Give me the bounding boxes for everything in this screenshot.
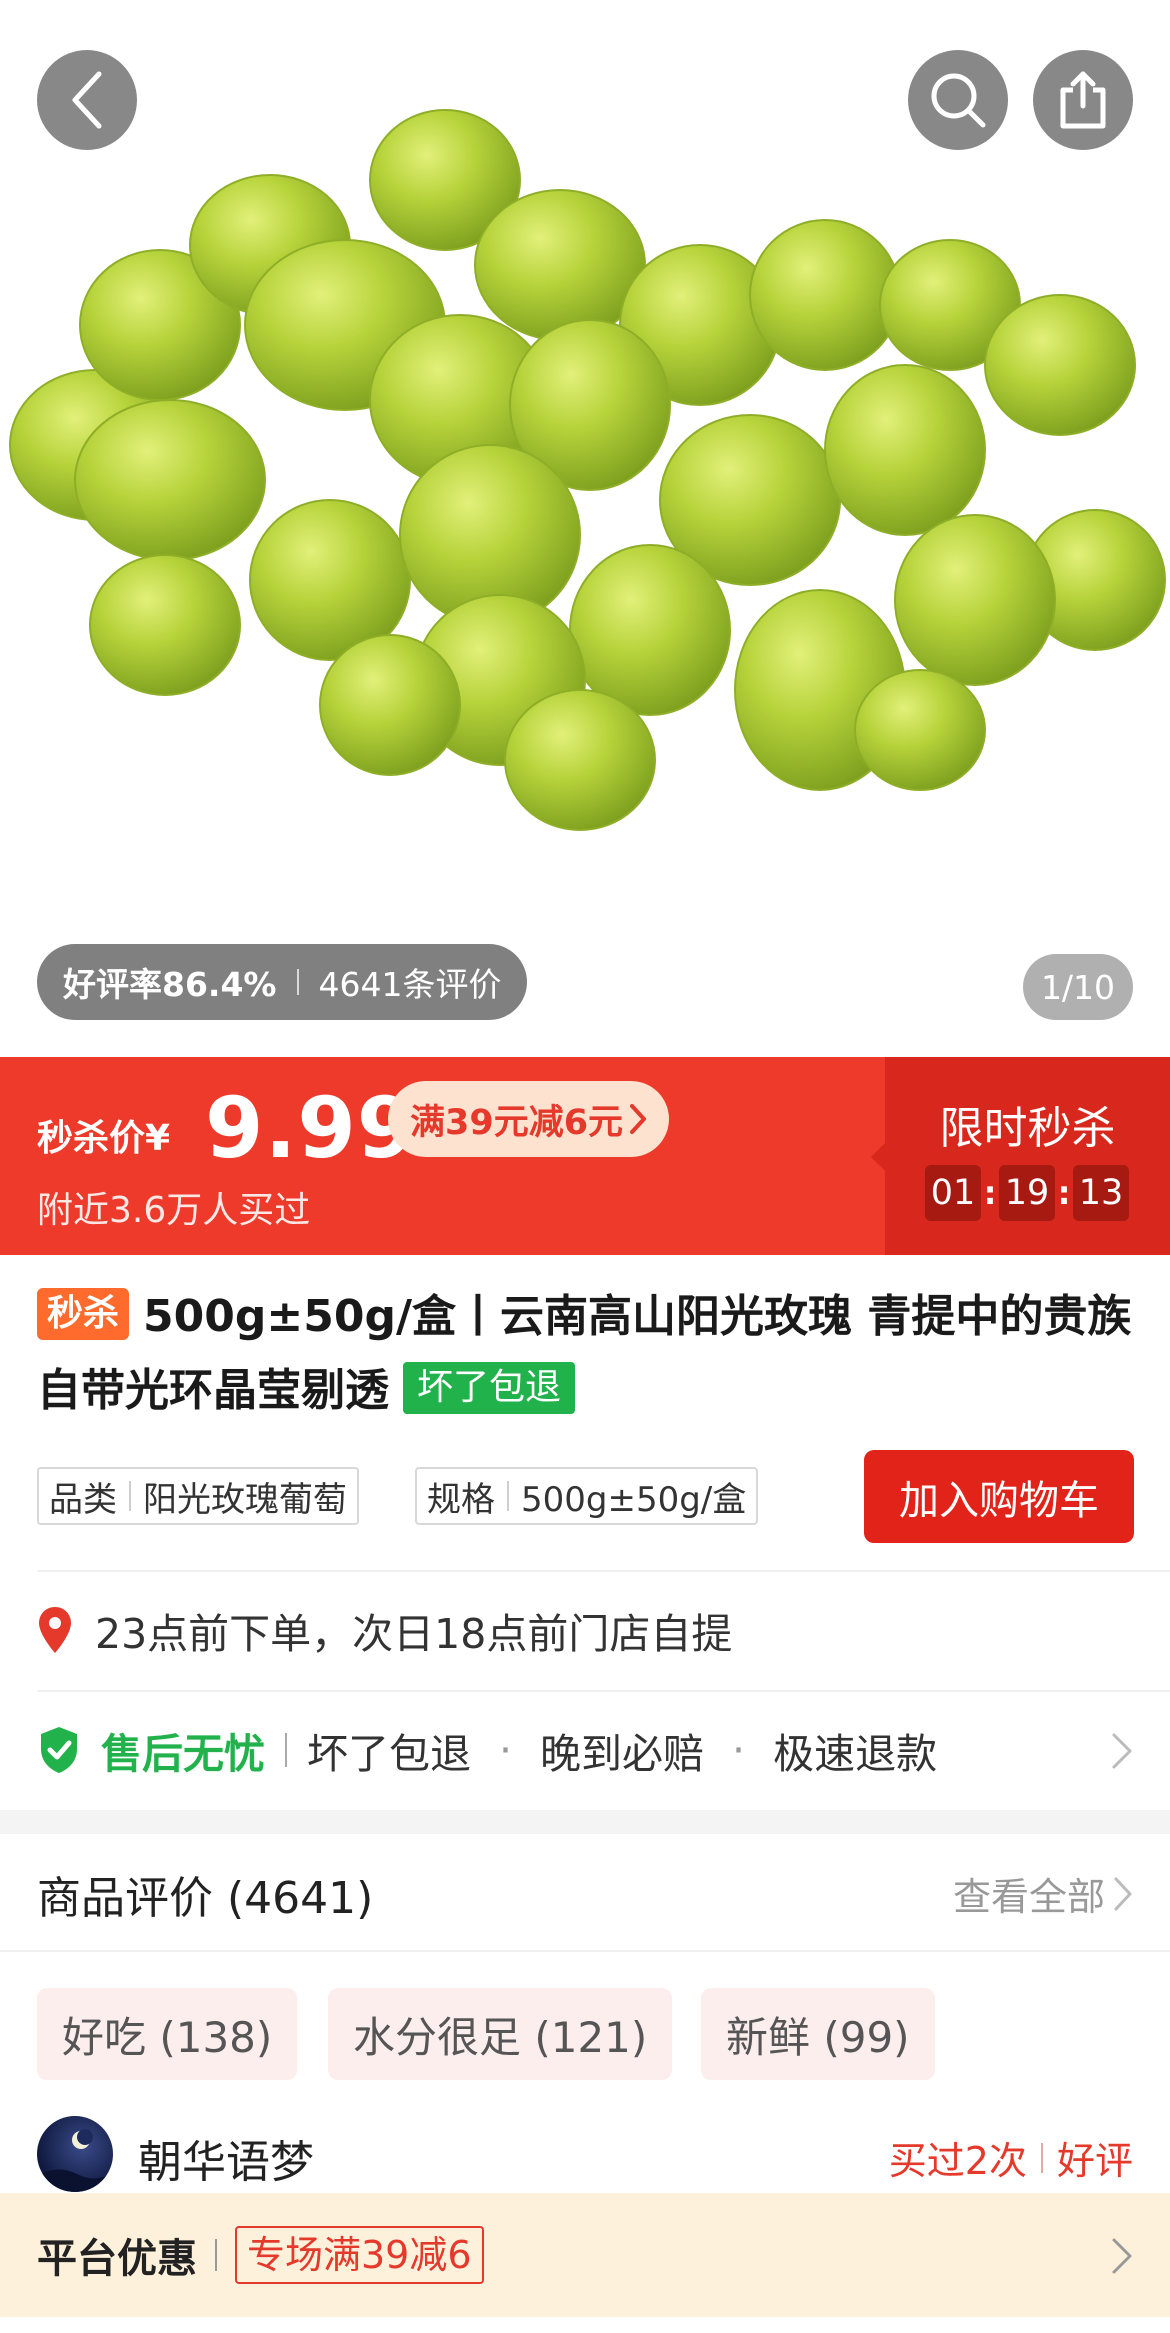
- reviewer-name: 朝华语梦: [138, 2137, 314, 2188]
- chevron-right-icon: [1112, 2238, 1132, 2274]
- countdown-hours: 01: [925, 1165, 981, 1221]
- chevron-right-icon: [630, 1104, 647, 1134]
- product-title-text: 500g±50g/盒丨云南高山阳光玫瑰 青提中的贵族自带光环晶莹剔透: [37, 1291, 1132, 1416]
- chevron-right-icon: [1112, 1733, 1132, 1769]
- colon: :: [1057, 1174, 1071, 1212]
- divider: [215, 2239, 217, 2271]
- product-image-gallery[interactable]: 好评率86.4% 4641条评价 1/10: [0, 0, 1170, 1057]
- review-count: 4641条评价: [318, 965, 502, 1004]
- price-value: 9.99: [205, 1079, 417, 1177]
- flash-sale-tag: 秒杀: [37, 1288, 130, 1340]
- size-label: 规格: [427, 1479, 495, 1520]
- review-tag-chip[interactable]: 新鲜 (99): [701, 1988, 935, 2080]
- share-button[interactable]: [1033, 50, 1133, 150]
- positive-rate: 好评率86.4%: [63, 965, 277, 1004]
- category-label: 品类: [49, 1479, 117, 1520]
- countdown-minutes: 19: [999, 1165, 1055, 1221]
- pickup-text: 23点前下单，次日18点前门店自提: [95, 1610, 733, 1658]
- section-gap: [0, 1810, 1170, 1834]
- after-sales-item: 坏了包退: [307, 1730, 471, 1778]
- share-icon: [1060, 71, 1106, 129]
- add-to-cart-button[interactable]: 加入购物车: [864, 1450, 1134, 1543]
- image-page-indicator: 1/10: [1023, 954, 1133, 1020]
- pickup-info: 23点前下单，次日18点前门店自提: [37, 1598, 732, 1662]
- review-tag-chip[interactable]: 水分很足 (121): [328, 1988, 673, 2080]
- rating-label: 好评: [1056, 2139, 1133, 2183]
- coupon-text: 满39元减6元: [410, 1102, 624, 1143]
- divider: [37, 1570, 1170, 1572]
- dot-separator: ·: [732, 1726, 746, 1774]
- bottom-strip: [0, 2317, 1170, 2333]
- shield-check-icon: [41, 1727, 77, 1773]
- after-sales-row[interactable]: 售后无忧 坏了包退 · 晚到必赔 · 极速退款: [37, 1718, 1133, 1782]
- search-icon: [931, 73, 986, 128]
- search-button[interactable]: [908, 50, 1008, 150]
- platform-promo-bar[interactable]: 平台优惠 专场满39减6: [0, 2193, 1170, 2317]
- divider: [129, 1481, 131, 1511]
- price-label: 秒杀价¥: [37, 1118, 171, 1159]
- location-pin-icon: [39, 1607, 71, 1653]
- bought-times: 买过2次: [888, 2139, 1027, 2183]
- promo-label: 平台优惠: [37, 2236, 197, 2282]
- back-button[interactable]: [37, 50, 137, 150]
- colon: :: [983, 1174, 997, 1212]
- coupon-button[interactable]: 满39元减6元: [388, 1081, 670, 1157]
- product-title: 秒杀 500g±50g/盒丨云南高山阳光玫瑰 青提中的贵族自带光环晶莹剔透 坏了包退: [37, 1280, 1137, 1428]
- size-value: 500g±50g/盒: [521, 1479, 747, 1520]
- view-all-reviews-link[interactable]: 查看全部: [953, 1866, 1133, 1921]
- countdown-seconds: 13: [1073, 1165, 1129, 1221]
- grapes-product-image: [9, 109, 1166, 831]
- flash-sale-price-bar: 秒杀价¥ 9.99 满39元减6元 附近3.6万人买过 限时秒杀 01 : 19…: [0, 1057, 1170, 1255]
- price-section: 秒杀价¥ 9.99 满39元减6元 附近3.6万人买过: [0, 1057, 885, 1255]
- divider: [296, 969, 299, 995]
- flash-sale-countdown-panel: 限时秒杀 01 : 19 : 13: [871, 1057, 1170, 1255]
- divider: [1040, 2142, 1043, 2173]
- promo-tag: 专场满39减6: [235, 2226, 484, 2284]
- after-sales-title: 售后无忧: [101, 1730, 265, 1778]
- divider: [507, 1481, 509, 1511]
- review-tag-chip[interactable]: 好吃 (138): [37, 1988, 298, 2080]
- chevron-right-icon: [1114, 1877, 1132, 1910]
- rating-summary-pill[interactable]: 好评率86.4% 4641条评价: [37, 944, 528, 1020]
- chevron-left-icon: [72, 71, 102, 129]
- category-spec: 品类 阳光玫瑰葡萄: [37, 1467, 359, 1525]
- divider: [285, 1733, 287, 1767]
- category-value: 阳光玫瑰葡萄: [143, 1479, 347, 1520]
- after-sales-item: 极速退款: [773, 1730, 938, 1778]
- reviewer-avatar: [37, 2116, 113, 2192]
- flash-sale-title: 限时秒杀: [939, 1103, 1116, 1154]
- divider: [0, 1950, 1170, 1952]
- size-spec: 规格 500g±50g/盒: [415, 1467, 759, 1525]
- sold-count: 附近3.6万人买过: [37, 1190, 311, 1231]
- moon-icon: [37, 2129, 113, 2192]
- after-sales-item: 晚到必赔: [540, 1730, 705, 1778]
- reviews-title: 商品评价 (4641): [37, 1873, 374, 1924]
- dot-separator: ·: [499, 1726, 513, 1774]
- divider: [37, 1690, 1170, 1692]
- view-all-text: 查看全部: [952, 1875, 1105, 1919]
- reviewer-purchase-info: 买过2次 好评: [889, 2130, 1133, 2185]
- refund-guarantee-tag: 坏了包退: [403, 1362, 576, 1414]
- countdown-timer: 01 : 19 : 13: [925, 1165, 1129, 1221]
